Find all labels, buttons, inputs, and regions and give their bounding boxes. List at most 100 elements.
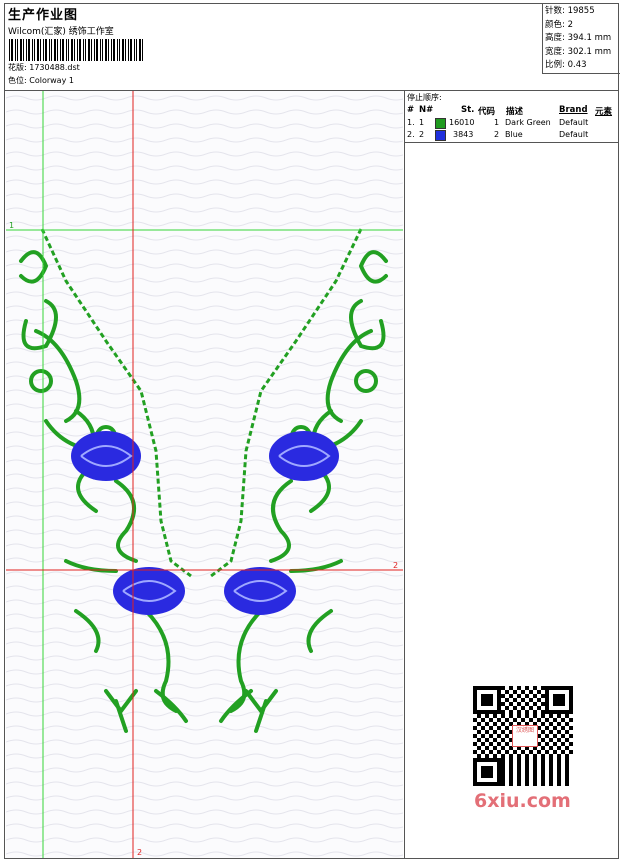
qr-module (497, 782, 501, 786)
qr-module (509, 686, 513, 690)
qr-module (537, 718, 541, 722)
panel-divider (404, 90, 405, 858)
barcode-bar (34, 39, 35, 61)
qr-module (497, 758, 501, 762)
qr-module (545, 710, 549, 714)
barcode-bar (119, 39, 120, 61)
qr-module (529, 706, 533, 710)
stat-width: 宽度: 302.1 mm (545, 46, 612, 57)
col-brand: Brand (559, 105, 588, 115)
qr-module (541, 774, 545, 778)
qr-module (549, 758, 553, 762)
barcode-bar (94, 39, 95, 61)
barcode-bar (74, 39, 75, 61)
qr-module (501, 782, 505, 786)
qr-module (541, 694, 545, 698)
qr-module (485, 722, 489, 726)
barcode-bar (28, 39, 30, 61)
colorway-value: Colorway 1 (29, 76, 74, 85)
qr-module (569, 734, 573, 738)
qr-module (481, 702, 485, 706)
qr-module (473, 706, 477, 710)
qr-module (565, 714, 569, 718)
barcode-bar (122, 39, 124, 61)
qr-module (533, 762, 537, 766)
blue-rose-top-right (269, 431, 339, 481)
qr-module (553, 686, 557, 690)
sheet-header: 生产作业图 Wilcom(汇家) 绣饰工作室 花版: 1730488.dst 色… (5, 4, 620, 91)
qr-module (565, 778, 569, 782)
qr-module (509, 766, 513, 770)
qr-module (541, 778, 545, 782)
qr-module (545, 698, 549, 702)
qr-module (545, 734, 549, 738)
qr-module (493, 738, 497, 742)
qr-module (501, 722, 505, 726)
qr-module (481, 742, 485, 746)
qr-module (473, 718, 477, 722)
qr-module (477, 782, 481, 786)
qr-module (541, 722, 545, 726)
qr-module (485, 714, 489, 718)
qr-module (541, 766, 545, 770)
stats-panel: 针数: 19855 颜色: 2 高度: 394.1 mm 宽度: 302.1 m… (542, 4, 620, 74)
qr-module (565, 782, 569, 786)
qr-module (557, 778, 561, 782)
qr-module (553, 718, 557, 722)
qr-module (549, 774, 553, 778)
qr-module (481, 686, 485, 690)
qr-module (485, 746, 489, 750)
qr-module (553, 698, 557, 702)
qr-module (541, 754, 545, 758)
qr-module (481, 766, 485, 770)
qr-module (545, 726, 549, 730)
qr-module (509, 754, 513, 758)
qr-module (473, 762, 477, 766)
qr-module (561, 694, 565, 698)
qr-module (485, 774, 489, 778)
qr-module (557, 746, 561, 750)
qr-module (501, 774, 505, 778)
qr-module (505, 726, 509, 730)
qr-module (517, 702, 521, 706)
qr-module (473, 694, 477, 698)
qr-module (561, 734, 565, 738)
pattern-info: 花版: 1730488.dst (8, 62, 80, 73)
qr-module (517, 758, 521, 762)
qr-module (497, 770, 501, 774)
qr-module (485, 770, 489, 774)
qr-module (521, 706, 525, 710)
qr-module (493, 686, 497, 690)
qr-module (533, 714, 537, 718)
qr-module (569, 718, 573, 722)
qr-module (549, 778, 553, 782)
qr-module (501, 702, 505, 706)
qr-module (541, 770, 545, 774)
qr-module (501, 766, 505, 770)
color-swatch-green (435, 118, 446, 129)
qr-module (533, 778, 537, 782)
qr-module (473, 690, 477, 694)
qr-module (569, 698, 573, 702)
qr-module (517, 694, 521, 698)
qr-module (549, 746, 553, 750)
qr-module (565, 686, 569, 690)
barcode-bar (111, 39, 112, 61)
stop-sequence-title: 停止顺序: (407, 93, 442, 102)
qr-module (489, 718, 493, 722)
qr-module (553, 750, 557, 754)
qr-module (513, 750, 517, 754)
design-canvas[interactable]: 1 2 2 (6, 91, 403, 858)
qr-module (481, 726, 485, 730)
barcode-bar (60, 39, 61, 61)
barcode-bar (88, 39, 90, 61)
qr-module (477, 738, 481, 742)
barcode-bar (117, 39, 118, 61)
qr-module (489, 686, 493, 690)
barcode-bar (17, 39, 18, 61)
qr-module (505, 742, 509, 746)
barcode-bar (15, 39, 16, 61)
qr-module (489, 726, 493, 730)
embroidery-design: 1 2 2 (6, 91, 403, 858)
qr-module (509, 702, 513, 706)
